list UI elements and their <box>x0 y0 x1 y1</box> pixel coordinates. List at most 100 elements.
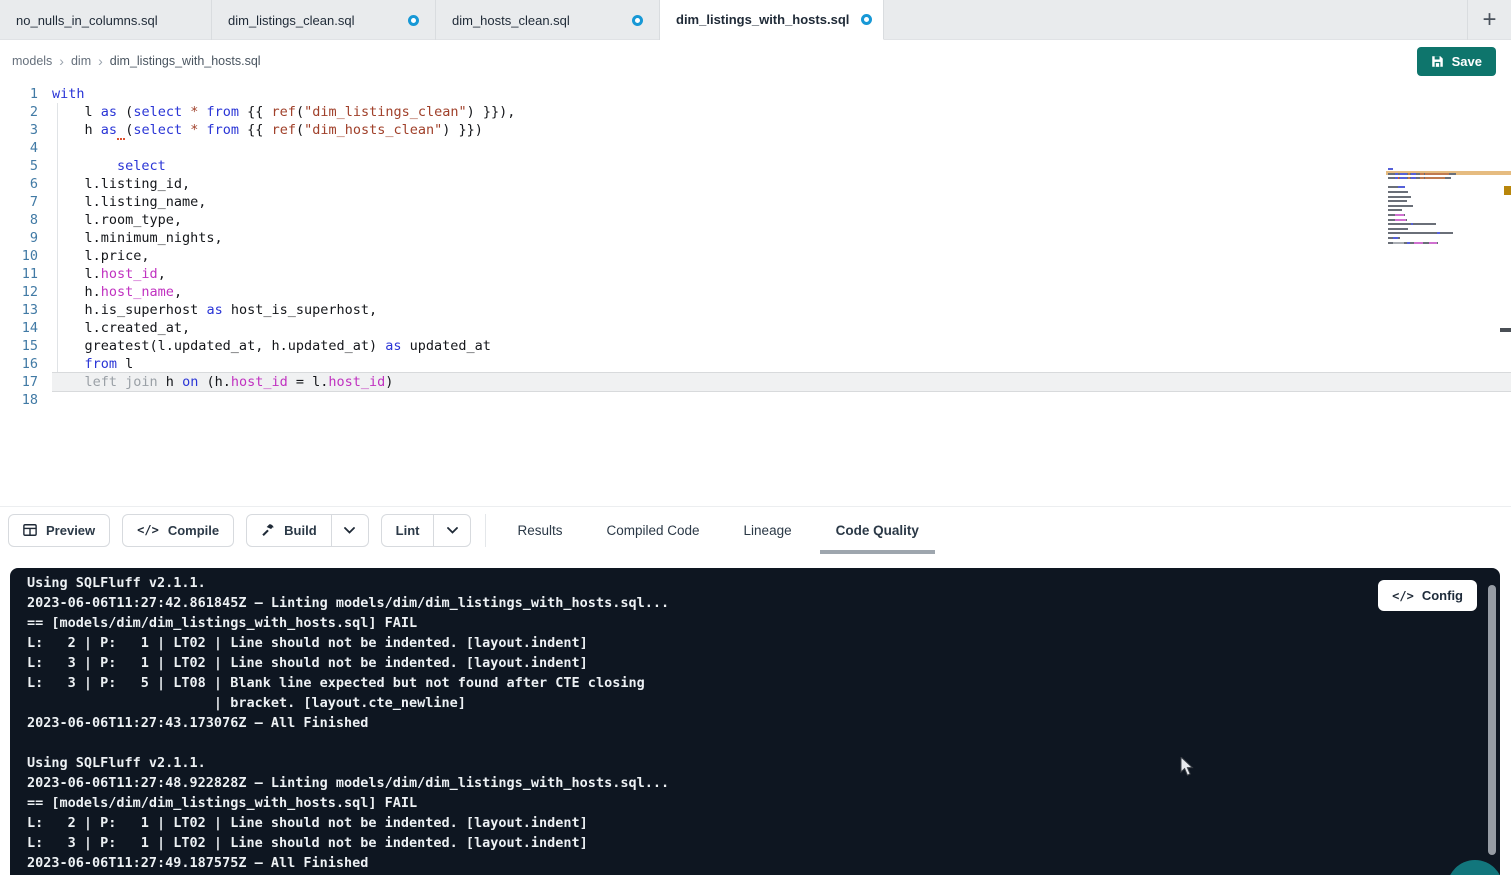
chevron-down-icon <box>447 527 458 534</box>
lint-label: Lint <box>396 523 420 538</box>
active-tab-underline <box>820 550 935 554</box>
build-dropdown-button[interactable] <box>332 515 368 546</box>
code-line[interactable]: with <box>52 85 1511 103</box>
terminal-scrollbar-thumb[interactable] <box>1488 585 1496 855</box>
config-button[interactable]: </> Config <box>1378 580 1477 611</box>
tab-dim-listings-clean[interactable]: dim_listings_clean.sql <box>212 0 436 40</box>
terminal-line: L: 3 | P: 1 | LT02 | Line should not be … <box>27 653 1460 673</box>
line-number: 1 <box>0 85 38 103</box>
code-line[interactable]: h.is_superhost as host_is_superhost, <box>52 301 1511 319</box>
line-number: 9 <box>0 229 38 247</box>
code-line[interactable]: l.host_id, <box>52 265 1511 283</box>
hammer-icon <box>261 523 275 537</box>
build-button[interactable]: Build <box>247 515 332 546</box>
terminal-line: | bracket. [layout.cte_newline] <box>27 693 1460 713</box>
code-line[interactable]: l.minimum_nights, <box>52 229 1511 247</box>
file-header-row: models › dim › dim_listings_with_hosts.s… <box>0 40 1511 82</box>
line-number: 13 <box>0 301 38 319</box>
code-line[interactable]: l.room_type, <box>52 211 1511 229</box>
code-line[interactable]: l as (select * from {{ ref("dim_listings… <box>52 103 1511 121</box>
tab-dim-listings-with-hosts[interactable]: dim_listings_with_hosts.sql <box>660 0 884 40</box>
tab-label: dim_listings_clean.sql <box>228 13 354 28</box>
modified-dot-icon <box>861 14 872 25</box>
minimap-row <box>1388 173 1464 175</box>
line-number: 8 <box>0 211 38 229</box>
editor-code[interactable]: with l as (select * from {{ ref("dim_lis… <box>52 85 1511 409</box>
lint-ruler-marker <box>1504 186 1511 195</box>
code-line[interactable]: h.host_name, <box>52 283 1511 301</box>
mouse-cursor <box>1180 757 1196 777</box>
minimap-row <box>1388 237 1464 239</box>
tab-results[interactable]: Results <box>517 507 562 554</box>
code-line[interactable] <box>52 391 1511 409</box>
code-brackets-icon: </> <box>137 523 159 537</box>
code-line[interactable]: select <box>52 157 1511 175</box>
minimap-row <box>1388 182 1464 184</box>
line-number: 4 <box>0 139 38 157</box>
tab-no-nulls-in-columns[interactable]: no_nulls_in_columns.sql <box>0 0 212 40</box>
tab-dim-hosts-clean[interactable]: dim_hosts_clean.sql <box>436 0 660 40</box>
minimap-row <box>1388 200 1464 202</box>
terminal-line: 2023-06-06T11:27:43.173076Z — All Finish… <box>27 713 1460 733</box>
save-button[interactable]: Save <box>1417 47 1496 76</box>
tab-compiled-code[interactable]: Compiled Code <box>606 507 699 554</box>
lint-split-button: Lint <box>381 514 472 547</box>
editor-scrollbar-thumb[interactable] <box>1500 328 1511 332</box>
line-number: 6 <box>0 175 38 193</box>
action-toolbar: Preview </> Compile Build <box>0 506 1511 553</box>
new-tab-button[interactable]: + <box>1467 0 1511 40</box>
panel-tab-label: Code Quality <box>836 523 919 538</box>
toolbar-divider <box>485 514 486 547</box>
table-grid-icon <box>23 523 37 537</box>
terminal-line: L: 2 | P: 1 | LT02 | Line should not be … <box>27 813 1460 833</box>
plus-icon: + <box>1482 6 1496 34</box>
code-line[interactable] <box>52 139 1511 157</box>
tab-code-quality[interactable]: Code Quality <box>836 507 919 554</box>
compile-button[interactable]: </> Compile <box>122 514 234 547</box>
compile-label: Compile <box>168 523 219 538</box>
terminal-line: Using SQLFluff v2.1.1. <box>27 573 1460 593</box>
terminal-line: Using SQLFluff v2.1.1. <box>27 753 1460 773</box>
breadcrumb-file: dim_listings_with_hosts.sql <box>110 54 261 68</box>
code-line[interactable]: from l <box>52 355 1511 373</box>
chevron-down-icon <box>344 527 355 534</box>
panel-tab-label: Lineage <box>744 523 792 538</box>
code-line[interactable]: l.price, <box>52 247 1511 265</box>
code-brackets-icon: </> <box>1392 589 1414 603</box>
code-line[interactable]: l.created_at, <box>52 319 1511 337</box>
panel-tab-label: Results <box>517 523 562 538</box>
code-line[interactable]: greatest(l.updated_at, h.updated_at) as … <box>52 337 1511 355</box>
terminal-line: L: 3 | P: 5 | LT08 | Blank line expected… <box>27 673 1460 693</box>
minimap-row <box>1388 219 1464 221</box>
lint-button[interactable]: Lint <box>382 515 435 546</box>
code-line[interactable]: l.listing_name, <box>52 193 1511 211</box>
tab-label: dim_hosts_clean.sql <box>452 13 570 28</box>
preview-button[interactable]: Preview <box>8 514 110 547</box>
line-number: 12 <box>0 283 38 301</box>
terminal-line: 2023-06-06T11:27:42.861845Z — Linting mo… <box>27 593 1460 613</box>
tab-lineage[interactable]: Lineage <box>744 507 792 554</box>
build-split-button: Build <box>246 514 369 547</box>
file-tab-bar: no_nulls_in_columns.sql dim_listings_cle… <box>0 0 1511 40</box>
code-editor[interactable]: 123456789101112131415161718 with l as (s… <box>0 82 1511 506</box>
save-label: Save <box>1452 54 1482 69</box>
breadcrumb-models[interactable]: models <box>12 54 52 68</box>
line-number: 2 <box>0 103 38 121</box>
save-floppy-icon <box>1431 55 1444 68</box>
editor-gutter: 123456789101112131415161718 <box>0 85 38 409</box>
modified-dot-icon <box>632 15 643 26</box>
lint-dropdown-button[interactable] <box>434 515 470 546</box>
line-number: 11 <box>0 265 38 283</box>
code-line[interactable]: h as (select * from {{ ref("dim_hosts_cl… <box>52 121 1511 139</box>
minimap-row <box>1388 214 1464 216</box>
minimap-row <box>1388 246 1464 248</box>
panel-tab-label: Compiled Code <box>606 523 699 538</box>
code-line-active[interactable]: left join h on (h.host_id = l.host_id) <box>52 373 1511 391</box>
code-line[interactable]: l.listing_id, <box>52 175 1511 193</box>
tab-label: no_nulls_in_columns.sql <box>16 13 158 28</box>
minimap-row <box>1388 205 1464 207</box>
minimap-row <box>1388 177 1464 179</box>
breadcrumb-dim[interactable]: dim <box>71 54 91 68</box>
minimap-row <box>1388 186 1464 188</box>
minimap[interactable] <box>1388 168 1464 251</box>
